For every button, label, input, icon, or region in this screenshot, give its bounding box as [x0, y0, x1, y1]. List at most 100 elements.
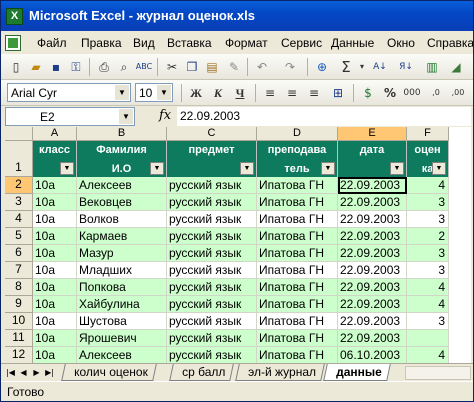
menu-format[interactable]: Формат	[225, 36, 268, 50]
table-cell[interactable]: 22.09.2003	[338, 262, 407, 279]
table-cell[interactable]: Волков	[77, 211, 167, 228]
autofilter-dropdown-icon[interactable]: ▼	[390, 162, 404, 175]
table-cell[interactable]: 4	[407, 296, 449, 313]
table-cell[interactable]: русский язык	[167, 279, 257, 296]
table-cell[interactable]: 22.09.2003	[338, 279, 407, 296]
hyperlink-icon[interactable]: ⊕	[313, 58, 331, 76]
menu-insert[interactable]: Вставка	[167, 36, 212, 50]
underline-button[interactable]: Ч	[231, 84, 249, 102]
redo-icon[interactable]: ↷	[281, 58, 299, 76]
table-cell[interactable]: 10а	[33, 177, 77, 194]
table-cell[interactable]: Хайбулина	[77, 296, 167, 313]
table-cell[interactable]: 10а	[33, 347, 77, 363]
save-icon[interactable]: ▪	[47, 58, 65, 76]
name-box[interactable]: E2 ▼	[5, 107, 135, 126]
table-cell[interactable]: 2	[407, 228, 449, 245]
table-cell[interactable]: 3	[407, 262, 449, 279]
table-cell[interactable]: 10а	[33, 194, 77, 211]
column-header-b[interactable]: B	[77, 127, 167, 141]
next-sheet-icon[interactable]: ▶	[31, 366, 42, 379]
autosum-dropdown-icon[interactable]: ▾	[353, 58, 371, 76]
table-cell[interactable]: Кармаев	[77, 228, 167, 245]
tab-sr-ball[interactable]: ср балл	[169, 364, 235, 381]
format-painter-icon[interactable]: ✎	[225, 58, 243, 76]
row-header[interactable]: 10	[5, 313, 33, 330]
table-cell[interactable]: русский язык	[167, 330, 257, 347]
sort-ascending-icon[interactable]: A↓	[371, 58, 389, 76]
align-right-icon[interactable]: ≡	[305, 84, 323, 102]
row-header[interactable]: 9	[5, 296, 33, 313]
undo-icon[interactable]: ↶	[253, 58, 271, 76]
table-cell[interactable]: 10а	[33, 279, 77, 296]
table-cell[interactable]: Ипатова ГН	[257, 262, 338, 279]
table-cell[interactable]: 22.09.2003	[338, 330, 407, 347]
prev-sheet-icon[interactable]: ◀	[18, 366, 29, 379]
table-cell[interactable]: Ипатова ГН	[257, 211, 338, 228]
table-cell[interactable]	[407, 330, 449, 347]
table-cell[interactable]: Мазур	[77, 245, 167, 262]
table-cell[interactable]: русский язык	[167, 211, 257, 228]
increase-decimal-icon[interactable]: ,0	[427, 84, 445, 102]
paste-icon[interactable]: ▤	[203, 58, 221, 76]
table-cell[interactable]: 10а	[33, 330, 77, 347]
menu-data[interactable]: Данные	[331, 36, 374, 50]
autofilter-dropdown-icon[interactable]: ▼	[60, 162, 74, 175]
autofilter-dropdown-icon[interactable]: ▼	[240, 162, 254, 175]
table-cell[interactable]: 22.09.2003	[338, 194, 407, 211]
comma-style-icon[interactable]: 000	[403, 84, 421, 102]
table-cell[interactable]: 4	[407, 177, 449, 194]
table-cell[interactable]: Шустова	[77, 313, 167, 330]
table-cell[interactable]: Ипатова ГН	[257, 313, 338, 330]
drawing-icon[interactable]: ◢	[447, 58, 465, 76]
column-header-a[interactable]: A	[33, 127, 77, 141]
last-sheet-icon[interactable]: ▶|	[44, 366, 55, 379]
table-cell[interactable]: 3	[407, 313, 449, 330]
menu-edit[interactable]: Правка	[81, 36, 122, 50]
table-cell[interactable]: 22.09.2003	[338, 228, 407, 245]
menu-help[interactable]: Справка	[427, 36, 473, 50]
table-cell[interactable]: 10а	[33, 228, 77, 245]
active-cell[interactable]: 22.09.2003	[338, 177, 407, 194]
align-left-icon[interactable]: ≡	[261, 84, 279, 102]
permission-icon[interactable]: ⚿	[67, 58, 85, 76]
italic-button[interactable]: К	[209, 84, 227, 102]
table-cell[interactable]: русский язык	[167, 296, 257, 313]
formula-input[interactable]: 22.09.2003	[177, 107, 471, 126]
sort-descending-icon[interactable]: Я↓	[397, 58, 415, 76]
menu-window[interactable]: Окно	[387, 36, 415, 50]
row-header[interactable]: 11	[5, 330, 33, 347]
spelling-icon[interactable]: ABC	[135, 58, 153, 76]
table-cell[interactable]: 4	[407, 347, 449, 363]
table-cell[interactable]: 10а	[33, 296, 77, 313]
header-cell[interactable]: класс ▼	[33, 141, 77, 177]
table-cell[interactable]: русский язык	[167, 262, 257, 279]
table-cell[interactable]: Вековцев	[77, 194, 167, 211]
row-header[interactable]: 2	[5, 177, 33, 194]
table-cell[interactable]: Попкова	[77, 279, 167, 296]
row-header[interactable]: 12	[5, 347, 33, 363]
table-cell[interactable]: Ипатова ГН	[257, 177, 338, 194]
autofilter-dropdown-icon[interactable]: ▼	[321, 162, 335, 175]
row-header[interactable]: 8	[5, 279, 33, 296]
column-header-e[interactable]: E	[338, 127, 407, 141]
horizontal-scrollbar[interactable]	[405, 366, 471, 380]
table-cell[interactable]: 10а	[33, 262, 77, 279]
table-cell[interactable]: 4	[407, 279, 449, 296]
table-cell[interactable]: 3	[407, 194, 449, 211]
table-cell[interactable]: Ипатова ГН	[257, 228, 338, 245]
autofilter-dropdown-icon[interactable]: ▼	[432, 162, 446, 175]
row-header[interactable]: 1	[5, 141, 33, 177]
header-cell[interactable]: оцен ка ▼	[407, 141, 449, 177]
column-header-f[interactable]: F	[407, 127, 449, 141]
decrease-decimal-icon[interactable]: ,00	[449, 84, 467, 102]
header-cell[interactable]: Фамилия И.О ▼	[77, 141, 167, 177]
table-cell[interactable]: Алексеев	[77, 177, 167, 194]
table-cell[interactable]: русский язык	[167, 228, 257, 245]
row-header[interactable]: 4	[5, 211, 33, 228]
header-cell[interactable]: дата ▼	[338, 141, 407, 177]
open-icon[interactable]: ▰	[27, 58, 45, 76]
row-header[interactable]: 5	[5, 228, 33, 245]
font-name-select[interactable]: Arial Cyr ▼	[7, 83, 131, 102]
table-cell[interactable]: Младших	[77, 262, 167, 279]
tab-dannye[interactable]: данные	[323, 364, 391, 381]
